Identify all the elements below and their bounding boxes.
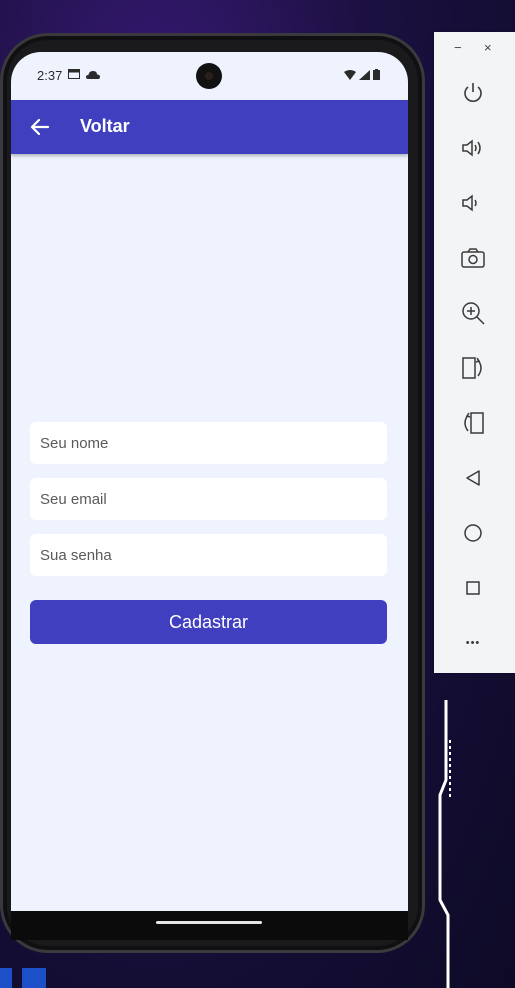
rotate-right-icon — [464, 412, 484, 434]
overview-icon — [466, 581, 480, 595]
volume-up-button[interactable] — [458, 133, 488, 163]
emulator-toolbar: − × ••• — [434, 32, 515, 673]
background-decoration-squares — [0, 968, 46, 988]
cloud-notification-icon — [86, 70, 100, 79]
back-arrow-icon[interactable] — [29, 116, 51, 138]
home-icon — [464, 524, 482, 542]
home-indicator[interactable] — [156, 921, 262, 924]
rotate-left-button[interactable] — [458, 353, 488, 383]
name-field[interactable] — [30, 422, 387, 464]
status-time: 2:37 — [37, 68, 63, 83]
zoom-in-icon — [462, 302, 485, 325]
rotate-right-button[interactable] — [458, 408, 488, 438]
overview-button[interactable] — [458, 573, 488, 603]
power-button[interactable] — [458, 78, 488, 108]
volume-down-icon — [462, 194, 477, 212]
power-icon — [464, 83, 482, 102]
front-camera — [196, 63, 222, 89]
background-decoration — [438, 700, 451, 988]
app-bar: Voltar — [11, 100, 408, 154]
page-title[interactable]: Voltar — [80, 116, 130, 137]
home-button[interactable] — [458, 518, 488, 548]
back-icon — [466, 470, 480, 486]
screenshot-button[interactable] — [458, 243, 488, 273]
password-field[interactable] — [30, 534, 387, 576]
battery-icon — [373, 69, 380, 80]
status-bar: 2:37 — [11, 52, 408, 100]
gesture-nav-bar — [11, 911, 408, 940]
close-button[interactable]: × — [484, 40, 492, 55]
volume-up-icon — [462, 139, 481, 157]
signal-icon — [359, 69, 370, 80]
more-icon: ••• — [465, 637, 481, 649]
rotate-left-icon — [462, 357, 482, 379]
phone-screen: 2:37 Voltar Cadastrar — [11, 52, 408, 940]
camera-icon — [461, 248, 485, 268]
zoom-button[interactable] — [458, 298, 488, 328]
calendar-notification-icon — [68, 69, 80, 79]
back-button[interactable] — [458, 463, 488, 493]
wifi-icon — [344, 69, 356, 80]
register-button[interactable]: Cadastrar — [30, 600, 387, 644]
email-field[interactable] — [30, 478, 387, 520]
volume-down-button[interactable] — [458, 188, 488, 218]
more-button[interactable]: ••• — [458, 628, 488, 658]
minimize-button[interactable]: − — [454, 40, 462, 55]
